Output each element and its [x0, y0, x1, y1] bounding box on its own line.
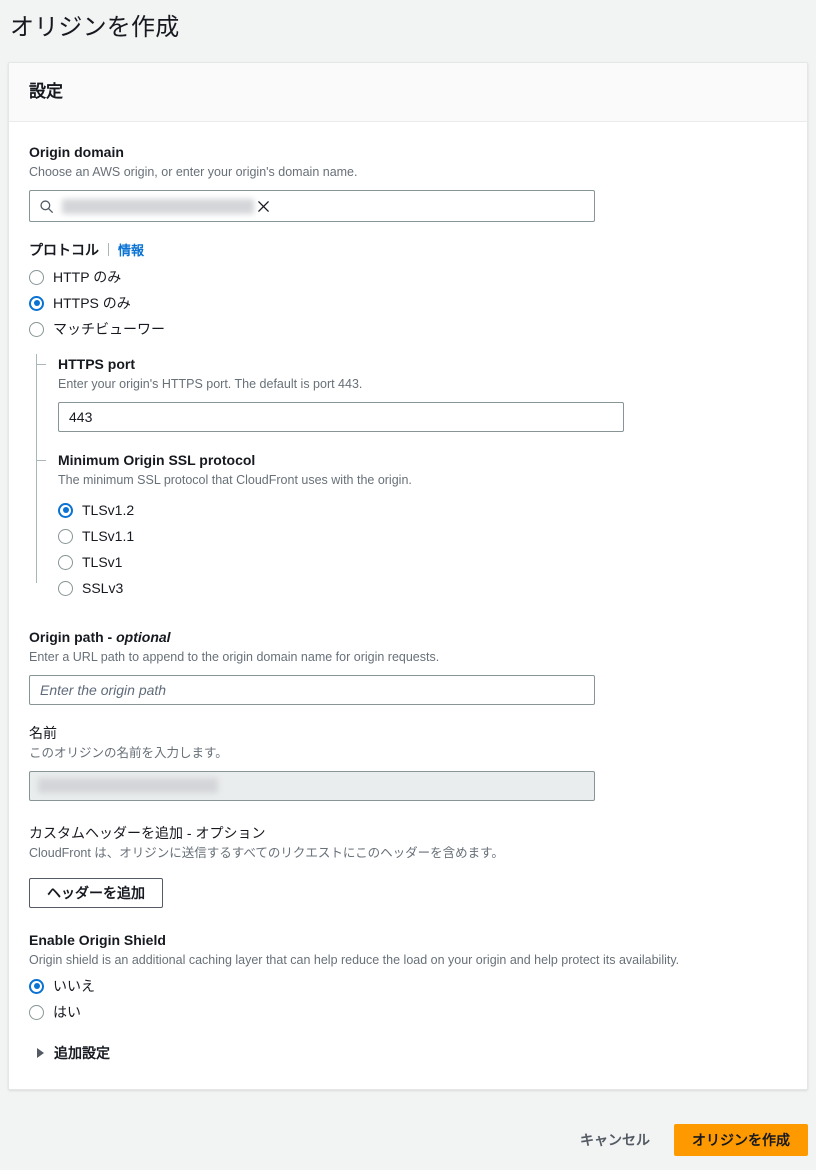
card-header: 設定 — [9, 63, 807, 122]
protocol-field: プロトコル 情報 HTTP のみ HTTPS のみ マッチビューワー — [29, 240, 787, 342]
origin-path-input-wrap — [29, 675, 787, 705]
radio-icon — [29, 295, 44, 311]
additional-settings-expander[interactable]: 追加設定 — [29, 1043, 787, 1063]
protocol-option-http-only[interactable]: HTTP のみ — [29, 264, 787, 290]
origin-name-field: 名前 このオリジンの名前を入力します。 — [29, 723, 787, 801]
protocol-nested-settings: HTTPS port Enter your origin's HTTPS por… — [36, 354, 787, 601]
https-port-input-wrap — [58, 402, 787, 432]
protocol-option-match-viewer[interactable]: マッチビューワー — [29, 316, 787, 342]
https-port-description: Enter your origin's HTTPS port. The defa… — [58, 377, 363, 391]
min-ssl-protocol-description: The minimum SSL protocol that CloudFront… — [58, 473, 412, 487]
origin-shield-description: Origin shield is an additional caching l… — [29, 953, 680, 967]
protocol-label-row: プロトコル 情報 — [29, 240, 787, 260]
origin-name-input-wrap — [29, 771, 595, 801]
origin-shield-label: Enable Origin Shield — [29, 932, 166, 948]
origin-domain-input-wrap — [29, 190, 787, 222]
origin-shield-option-label: はい — [53, 1004, 81, 1020]
origin-name-redacted-value — [38, 778, 218, 793]
protocol-radio-group: HTTP のみ HTTPS のみ マッチビューワー — [29, 264, 787, 342]
min-ssl-option-label: TLSv1.2 — [82, 502, 135, 518]
close-icon[interactable] — [254, 197, 273, 216]
chevron-right-icon — [37, 1048, 44, 1058]
origin-domain-description: Choose an AWS origin, or enter your orig… — [29, 165, 358, 179]
min-ssl-option-tlsv12[interactable]: TLSv1.2 — [58, 497, 787, 523]
min-ssl-protocol-label: Minimum Origin SSL protocol — [58, 452, 256, 468]
radio-icon — [58, 528, 73, 544]
origin-path-input[interactable] — [29, 675, 595, 705]
card-body: Origin domain Choose an AWS origin, or e… — [9, 122, 807, 1089]
origin-shield-field: Enable Origin Shield Origin shield is an… — [29, 930, 787, 1025]
min-ssl-option-label: TLSv1 — [82, 554, 123, 570]
min-ssl-protocol-field: Minimum Origin SSL protocol The minimum … — [36, 450, 787, 601]
https-port-input[interactable] — [58, 402, 624, 432]
min-ssl-option-label: TLSv1.1 — [82, 528, 135, 544]
create-origin-button[interactable]: オリジンを作成 — [674, 1124, 808, 1156]
protocol-info-link[interactable]: 情報 — [118, 240, 144, 259]
https-port-label: HTTPS port — [58, 356, 135, 372]
origin-name-label: 名前 — [29, 725, 57, 741]
custom-headers-label: カスタムヘッダーを追加 - オプション — [29, 825, 266, 841]
protocol-option-label: マッチビューワー — [53, 321, 165, 337]
origin-shield-option-no[interactable]: いいえ — [29, 973, 787, 999]
cancel-button[interactable]: キャンセル — [570, 1124, 660, 1156]
radio-icon — [58, 554, 73, 570]
page-title: オリジンを作成 — [10, 14, 180, 41]
origin-shield-radio-group: いいえ はい — [29, 973, 787, 1025]
card-header-title: 設定 — [29, 82, 63, 101]
origin-domain-field: Origin domain Choose an AWS origin, or e… — [29, 142, 787, 222]
protocol-label: プロトコル — [29, 242, 99, 258]
https-port-field: HTTPS port Enter your origin's HTTPS por… — [36, 354, 787, 432]
protocol-option-label: HTTP のみ — [53, 269, 122, 285]
origin-path-label-text: Origin path - — [29, 629, 117, 645]
protocol-option-https-only[interactable]: HTTPS のみ — [29, 290, 787, 316]
label-divider — [108, 243, 109, 256]
custom-headers-field: カスタムヘッダーを追加 - オプション CloudFront は、オリジンに送信… — [29, 823, 787, 908]
radio-icon — [58, 580, 73, 596]
origin-path-description: Enter a URL path to append to the origin… — [29, 650, 440, 664]
min-ssl-option-tlsv11[interactable]: TLSv1.1 — [58, 523, 787, 549]
origin-domain-label: Origin domain — [29, 144, 124, 160]
origin-name-description: このオリジンの名前を入力します。 — [29, 746, 228, 760]
radio-icon — [29, 321, 44, 337]
origin-shield-option-label: いいえ — [53, 978, 95, 994]
protocol-option-label: HTTPS のみ — [53, 295, 131, 311]
settings-card: 設定 Origin domain Choose an AWS origin, o… — [8, 62, 808, 1090]
form-footer: キャンセル オリジンを作成 — [0, 1110, 816, 1170]
origin-shield-option-yes[interactable]: はい — [29, 999, 787, 1025]
radio-icon — [58, 502, 73, 518]
additional-settings-label: 追加設定 — [54, 1045, 110, 1061]
radio-icon — [29, 1004, 44, 1020]
radio-icon — [29, 978, 44, 994]
min-ssl-option-sslv3[interactable]: SSLv3 — [58, 575, 787, 601]
min-ssl-option-label: SSLv3 — [82, 580, 124, 596]
custom-headers-description: CloudFront は、オリジンに送信するすべてのリクエストにこのヘッダーを含… — [29, 846, 504, 860]
radio-icon — [29, 269, 44, 285]
min-ssl-radio-group: TLSv1.2 TLSv1.1 TLSv1 SSLv3 — [58, 497, 787, 601]
origin-path-optional-tag: optional — [116, 629, 171, 645]
min-ssl-option-tlsv1[interactable]: TLSv1 — [58, 549, 787, 575]
origin-path-field: Origin path - optional Enter a URL path … — [29, 627, 787, 705]
origin-domain-combobox[interactable] — [29, 190, 595, 222]
search-icon — [39, 199, 54, 214]
origin-domain-value — [62, 198, 254, 214]
add-header-button[interactable]: ヘッダーを追加 — [29, 878, 163, 908]
origin-path-label: Origin path - optional — [29, 627, 787, 647]
